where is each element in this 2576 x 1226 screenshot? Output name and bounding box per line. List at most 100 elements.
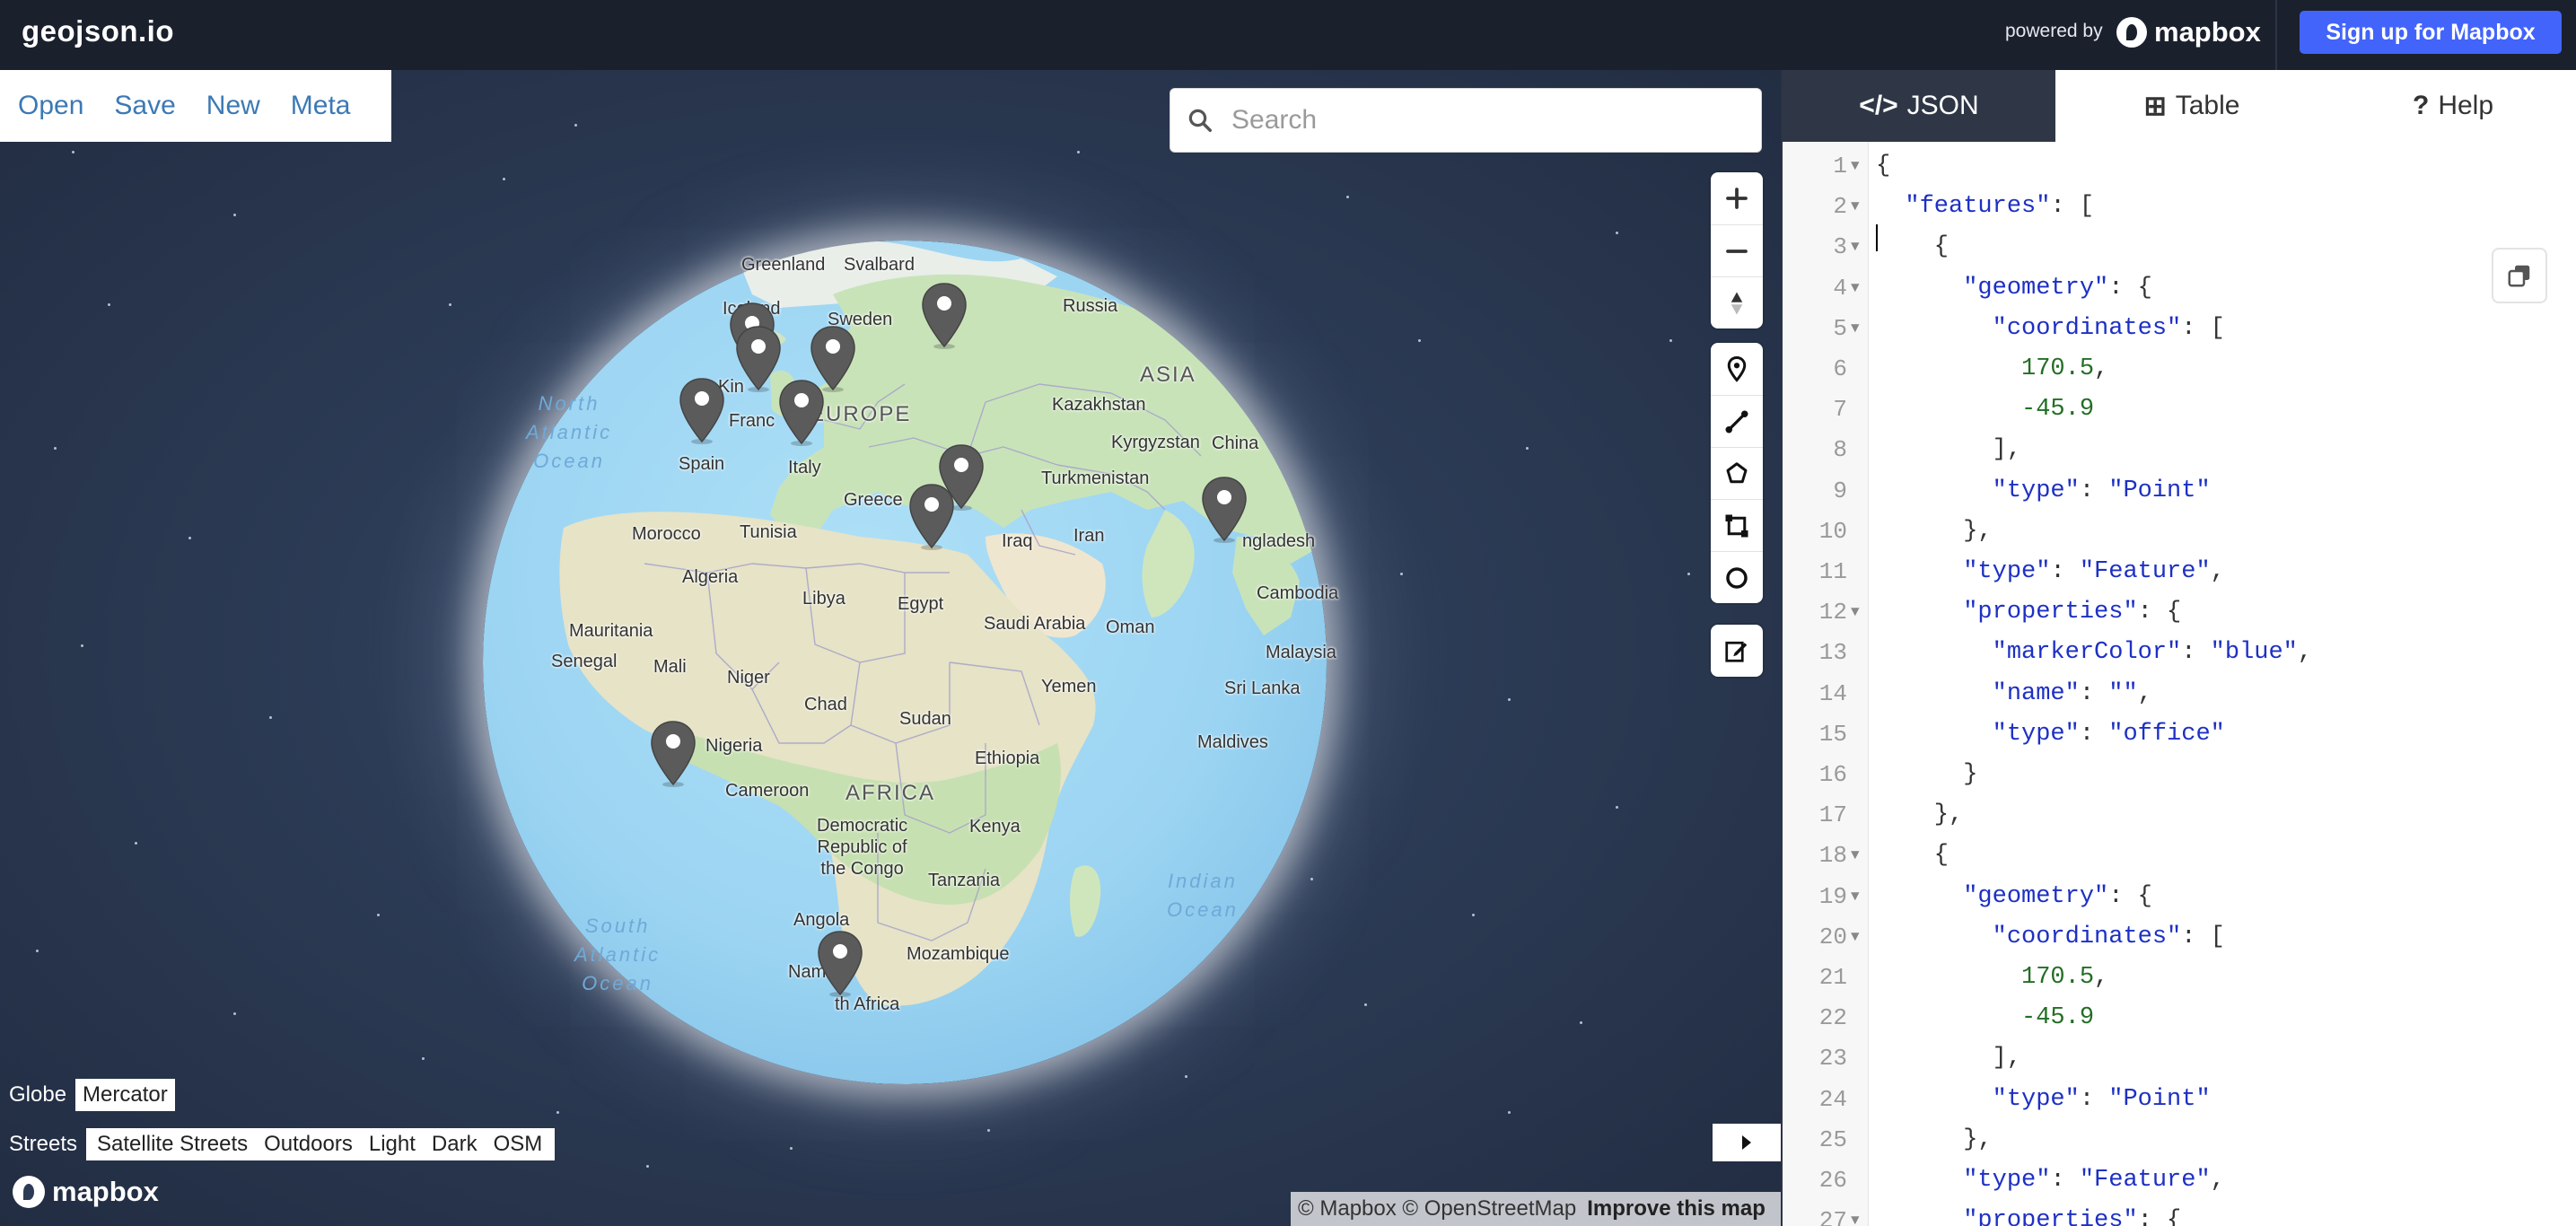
fold-arrow-icon[interactable]: ▼ [1851,847,1860,863]
signup-button[interactable]: Sign up for Mapbox [2300,11,2562,54]
map-label-kazakhstan: Kazakhstan [1052,395,1146,415]
collapse-panel-button[interactable] [1713,1124,1781,1161]
projection-mercator[interactable]: Mercator [75,1079,175,1111]
style-light[interactable]: Light [362,1128,423,1160]
search-input[interactable] [1231,100,1734,141]
app-brand[interactable]: geojson.io [22,14,174,48]
marker-pin-icon [922,283,967,349]
file-menu: Open Save New Meta [0,70,391,142]
mapbox-map-logo[interactable]: mapbox [13,1176,159,1208]
map-label-nigeria: Nigeria [705,736,763,756]
star [1508,698,1511,701]
copy-button[interactable] [2492,248,2547,303]
fold-arrow-icon[interactable]: ▼ [1851,320,1860,337]
star [646,1165,649,1168]
attribution-text[interactable]: © Mapbox © OpenStreetMap [1298,1196,1576,1222]
map-label-angola: Angola [793,910,850,930]
tab-table[interactable]: ⊞ Table [2055,70,2328,142]
style-osm[interactable]: OSM [486,1128,550,1160]
menu-save[interactable]: Save [114,91,175,121]
fold-arrow-icon[interactable]: ▼ [1851,280,1860,296]
json-editor[interactable]: 1 ▼ 2 ▼ 3 ▼ 4 ▼ 5 ▼ 6 7 8 9 10 11 12 ▼ 13 14 15 16 17 18 ▼ 19 ▼ 20 ▼… [1783,142,2576,1226]
draw-polygon-button[interactable] [1711,447,1763,499]
code-line[interactable]: "properties": { [1876,599,2181,626]
code-line[interactable]: "properties": { [1876,1207,2181,1226]
code-line[interactable]: }, [1876,801,1963,828]
code-line[interactable]: }, [1876,518,1992,545]
code-line[interactable]: "type": "Point" [1876,477,2211,504]
style-satellite-streets[interactable]: Satellite Streets [90,1128,255,1160]
draw-line-button[interactable] [1711,395,1763,447]
style-streets[interactable]: Streets [5,1128,81,1160]
code-line[interactable]: }, [1876,1126,1992,1153]
map-marker[interactable] [815,930,865,998]
edit-features-button[interactable] [1711,625,1763,677]
fold-arrow-icon[interactable]: ▼ [1851,889,1860,905]
code-line[interactable]: "coordinates": [ [1876,924,2225,950]
code-line[interactable]: "type": "Point" [1876,1086,2211,1113]
code-line[interactable]: "features": [ [1876,193,2094,220]
ocean-label-south-atlantic: South Atlantic Ocean [574,915,662,994]
zoom-out-button[interactable] [1711,224,1763,276]
map-marker[interactable] [907,483,957,551]
map-marker[interactable] [648,720,698,788]
code-line[interactable]: "markerColor": "blue", [1876,639,2312,666]
code-line[interactable]: "geometry": { [1876,275,2152,302]
tab-json[interactable]: </> JSON [1783,70,2055,142]
line-number: 11 [1818,558,1847,585]
style-dark[interactable]: Dark [425,1128,485,1160]
draw-rectangle-button[interactable] [1711,499,1763,551]
map-marker[interactable] [776,379,827,447]
line-number: 9 [1833,477,1847,504]
star [1508,1111,1511,1114]
map-label-niger: Niger [727,668,770,687]
fold-arrow-icon[interactable]: ▼ [1851,1213,1860,1226]
code-line[interactable]: "type": "Feature", [1876,558,2225,585]
map-label-asia: ASIA [1140,363,1196,387]
fold-arrow-icon[interactable]: ▼ [1851,239,1860,255]
fold-arrow-icon[interactable]: ▼ [1851,158,1860,174]
map-marker[interactable] [677,377,727,445]
code-line[interactable]: "type": "Feature", [1876,1167,2225,1194]
code-line[interactable]: "geometry": { [1876,883,2152,910]
code-line[interactable]: -45.9 [1876,396,2094,423]
code-line[interactable]: { [1876,233,1949,260]
map-marker[interactable] [1199,476,1249,544]
map-canvas[interactable]: Greenland Svalbard Iceland Sweden Russia… [0,70,1781,1226]
menu-new[interactable]: New [206,91,260,121]
map-marker[interactable] [919,282,969,350]
code-line[interactable]: { [1876,153,1890,180]
projection-globe[interactable]: Globe [5,1079,70,1111]
compass-button[interactable] [1711,276,1763,328]
copy-icon [2508,265,2530,287]
menu-open[interactable]: Open [18,91,83,121]
code-line[interactable]: 170.5, [1876,355,2108,382]
draw-marker-button[interactable] [1711,343,1763,395]
code-line[interactable]: -45.9 [1876,1004,2094,1031]
draw-circle-button[interactable] [1711,551,1763,603]
line-number: 20 [1818,923,1847,950]
map-label-egypt: Egypt [898,594,944,614]
marker-pin-icon [818,931,863,997]
code-line[interactable]: } [1876,761,1977,788]
code-line[interactable]: "coordinates": [ [1876,315,2225,342]
fold-arrow-icon[interactable]: ▼ [1851,198,1860,215]
fold-arrow-icon[interactable]: ▼ [1851,604,1860,620]
map-label-greenland: Greenland [741,255,826,275]
code-line[interactable]: ], [1876,436,2021,463]
code-line[interactable]: 170.5, [1876,964,2108,991]
map-label-italy: Italy [788,458,821,477]
code-line[interactable]: "name": "", [1876,680,2152,707]
code-line[interactable]: "type": "office" [1876,721,2225,748]
fold-arrow-icon[interactable]: ▼ [1851,929,1860,945]
code-line[interactable]: { [1876,842,1949,869]
mapbox-brand-link[interactable]: mapbox [2116,13,2261,52]
tab-help[interactable]: ? Help [2328,70,2576,142]
zoom-in-button[interactable] [1711,172,1763,224]
line-number: 15 [1818,720,1847,748]
map-label-morocco: Morocco [632,524,701,544]
improve-map-link[interactable]: Improve this map [1587,1196,1766,1222]
style-outdoors[interactable]: Outdoors [257,1128,360,1160]
menu-meta[interactable]: Meta [291,91,351,121]
code-line[interactable]: ], [1876,1045,2021,1072]
